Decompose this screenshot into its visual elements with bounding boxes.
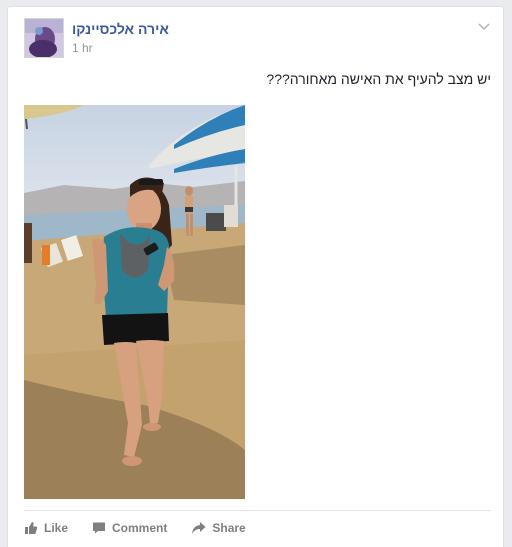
action-divider [24,510,491,511]
post-photo[interactable] [24,105,245,499]
post-timestamp[interactable]: 1 hr [72,41,93,55]
feed-post-card: אירה אלכסיינקו 1 hr יש מצב להעיף את האיש… [7,6,504,547]
share-label: Share [212,521,246,535]
speech-bubble-icon [93,522,106,534]
post-actions: Like Comment Share [24,518,246,538]
like-label: Like [44,521,69,535]
post-text: יש מצב להעיף את האישה מאחורה??? [266,71,491,87]
like-button[interactable]: Like [24,518,68,538]
share-arrow-icon [192,522,206,534]
comment-button[interactable]: Comment [92,518,167,538]
author-avatar[interactable] [24,18,64,58]
chevron-down-icon[interactable] [477,19,491,33]
comment-label: Comment [112,521,168,535]
share-button[interactable]: Share [191,518,246,538]
author-name[interactable]: אירה אלכסיינקו [72,21,169,37]
thumbs-up-icon [25,522,38,534]
